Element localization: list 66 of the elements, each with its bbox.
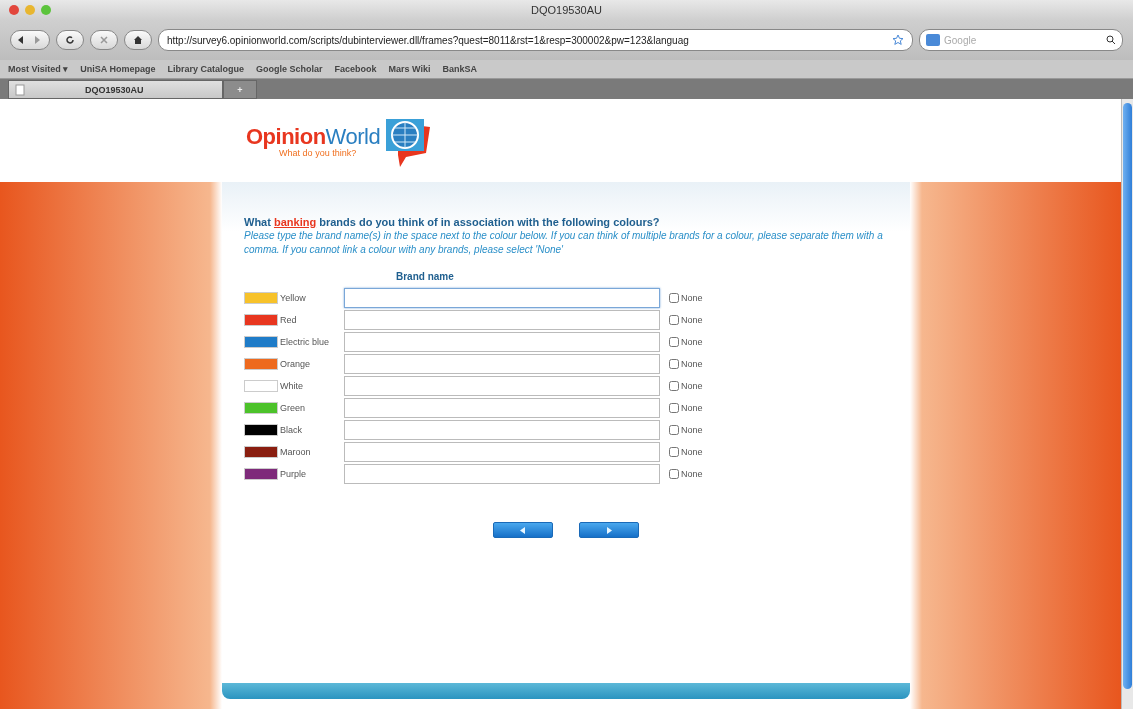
none-label: None bbox=[681, 469, 703, 479]
brand-input-field[interactable] bbox=[344, 310, 660, 330]
bookmark-link[interactable]: Mars Wiki bbox=[388, 64, 431, 74]
none-label: None bbox=[681, 425, 703, 435]
colour-label: Green bbox=[280, 403, 306, 413]
browser-tab[interactable]: DQO19530AU bbox=[8, 80, 223, 99]
column-header: Brand name bbox=[396, 271, 455, 282]
page-icon bbox=[15, 83, 25, 96]
left-arrow-icon bbox=[520, 526, 526, 534]
colour-label: Black bbox=[280, 425, 303, 435]
brand-input-field[interactable] bbox=[344, 420, 660, 440]
none-checkbox[interactable] bbox=[669, 337, 679, 347]
colour-label: Purple bbox=[280, 469, 307, 479]
none-label: None bbox=[681, 403, 703, 413]
colour-label: Orange bbox=[280, 359, 312, 369]
address-field[interactable]: http://survey6.opinionworld.com/scripts/dubinterviewer.dll/frames?quest=8011&rst=1&resp=300002&pw=123&languag bbox=[158, 29, 913, 51]
bookmark-link[interactable]: BankSA bbox=[442, 64, 478, 74]
bookmark-link[interactable]: Facebook bbox=[334, 64, 377, 74]
next-button[interactable] bbox=[579, 522, 639, 538]
bookmark-link[interactable]: Most Visited ▾ bbox=[8, 64, 69, 74]
none-label: None bbox=[681, 337, 703, 347]
bookmark-link[interactable]: Google Scholar bbox=[256, 64, 323, 74]
scrollbar[interactable] bbox=[1121, 99, 1133, 709]
colour-label: Yellow bbox=[280, 293, 307, 303]
instructions-text: Please type the brand name(s) in the space next to the colour below. If you can think of multiple brands for a colour, please separate them with a comma. If you cannot link a colour with any brands, please select 'None' bbox=[244, 229, 884, 257]
logo-tagline: What do you think? bbox=[279, 147, 357, 158]
star-icon[interactable] bbox=[892, 34, 904, 46]
none-label: None bbox=[681, 315, 703, 325]
home-button[interactable] bbox=[124, 30, 152, 50]
none-checkbox[interactable] bbox=[669, 469, 679, 479]
none-checkbox[interactable] bbox=[669, 447, 679, 457]
search-icon[interactable] bbox=[1106, 35, 1116, 45]
brand-input-field[interactable] bbox=[344, 354, 660, 374]
back-button[interactable] bbox=[493, 522, 553, 538]
none-checkbox[interactable] bbox=[669, 293, 679, 303]
bookmark-link[interactable]: UniSA Homepage bbox=[80, 64, 156, 74]
none-label: None bbox=[681, 359, 703, 369]
window-title: DQO19530AU bbox=[530, 4, 603, 16]
brand-input-field[interactable] bbox=[344, 332, 660, 352]
none-label: None bbox=[681, 293, 703, 303]
brand-input-field[interactable] bbox=[344, 464, 660, 484]
none-checkbox[interactable] bbox=[669, 315, 679, 325]
brand-input-field[interactable] bbox=[344, 376, 660, 396]
reload-button[interactable] bbox=[56, 30, 84, 50]
colour-label: Maroon bbox=[280, 447, 312, 457]
brand-input-field[interactable] bbox=[344, 442, 660, 462]
brand-input-field[interactable] bbox=[344, 398, 660, 418]
colour-label: Electric blue bbox=[280, 337, 331, 347]
home-icon bbox=[133, 35, 143, 45]
logo-name: OpinionWorld bbox=[246, 123, 381, 150]
close-icon bbox=[99, 35, 109, 45]
bookmark-link[interactable]: Library Catalogue bbox=[167, 64, 245, 74]
reload-icon bbox=[65, 35, 75, 45]
none-checkbox[interactable] bbox=[669, 359, 679, 369]
stop-button[interactable] bbox=[90, 30, 118, 50]
back-forward-button[interactable] bbox=[10, 30, 50, 50]
none-checkbox[interactable] bbox=[669, 425, 679, 435]
question-text: What banking brands do you think of in association with the following colours? bbox=[244, 216, 661, 228]
none-label: None bbox=[681, 447, 703, 457]
colour-label: White bbox=[280, 381, 304, 391]
none-label: None bbox=[681, 381, 703, 391]
none-checkbox[interactable] bbox=[669, 381, 679, 391]
right-arrow-icon bbox=[606, 526, 612, 534]
colour-label: Red bbox=[280, 315, 298, 325]
brand-input-field[interactable] bbox=[344, 288, 660, 308]
none-checkbox[interactable] bbox=[669, 403, 679, 413]
